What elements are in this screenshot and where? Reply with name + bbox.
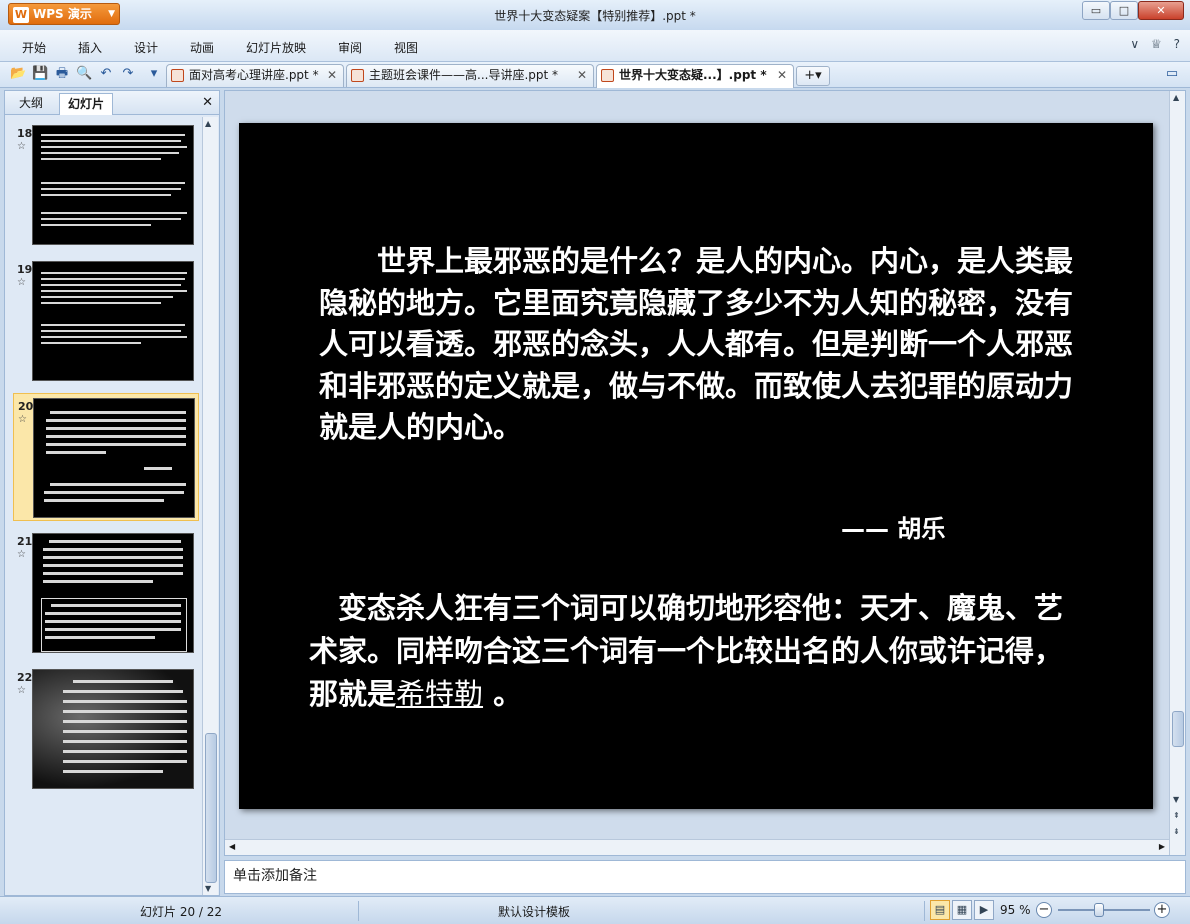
tab-outline[interactable]: 大纲 — [11, 93, 51, 115]
slide-paragraph-1[interactable]: 世界上最邪恶的是什么？是人的内心。内心，是人类最隐秘的地方。它里面究竟隐藏了多少… — [319, 241, 1089, 449]
zoom-level: 95 % — [1000, 903, 1031, 917]
scroll-thumb[interactable] — [1172, 711, 1184, 747]
more-icon[interactable]: ▾ — [146, 66, 162, 82]
window-title: 世界十大变态疑案【特别推荐】.ppt * — [494, 9, 696, 23]
slideshow-button[interactable]: ▶ — [974, 900, 994, 920]
doc-tab-label: 主题班会课件——高...导讲座.ppt * — [369, 68, 559, 82]
close-tab-icon[interactable]: ✕ — [327, 65, 337, 86]
scroll-up-icon[interactable]: ▲ — [1173, 93, 1179, 102]
minimize-button[interactable]: ▭ — [1082, 1, 1110, 20]
doc-tab-label: 世界十大变态疑...】.ppt * — [619, 68, 767, 82]
scroll-left-icon[interactable]: ◀ — [229, 842, 235, 851]
scroll-down-icon[interactable]: ▼ — [205, 884, 211, 893]
thumbnail-image — [32, 669, 194, 789]
close-panel-icon[interactable]: ✕ — [202, 95, 213, 110]
undo-icon[interactable]: ↶ — [98, 66, 114, 82]
star-icon: ☆ — [17, 685, 26, 696]
status-bar: 幻灯片 20 / 22 默认设计模板 ▤ ▦ ▶ 95 % − + — [0, 896, 1190, 924]
page-down-icon[interactable]: ⇟ — [1173, 827, 1180, 836]
panel-tabs: 大纲 幻灯片 ✕ — [5, 91, 219, 115]
star-icon: ☆ — [17, 549, 26, 560]
collapse-ribbon-icon[interactable]: ∨ — [1130, 37, 1139, 51]
quick-access-toolbar: 📂 💾 🖶 🔍 ↶ ↷ ▾ 面对高考心理讲座.ppt * ✕ 主题班会课件——高… — [0, 62, 1190, 88]
scroll-thumb[interactable] — [205, 733, 217, 883]
maximize-button[interactable]: □ — [1110, 1, 1138, 20]
menu-bar: 开始 插入 设计 动画 幻灯片放映 审阅 视图 ∨ ♕ ? — [0, 30, 1190, 62]
redo-icon[interactable]: ↷ — [120, 66, 136, 82]
help-icon[interactable]: ? — [1174, 37, 1180, 51]
menu-design[interactable]: 设计 — [134, 39, 158, 56]
vertical-scrollbar[interactable]: ▲ ▼ ⇞ ⇟ — [1169, 91, 1185, 855]
ppt-file-icon — [601, 69, 614, 82]
print-icon[interactable]: 🖶 — [54, 66, 70, 82]
slide-number: 21 — [17, 535, 33, 548]
slide-number: 20 — [18, 400, 34, 413]
hyperlink-hitler[interactable]: 希特勒 — [396, 677, 483, 711]
slide-number: 19 — [17, 263, 33, 276]
slide-sorter-button[interactable]: ▦ — [952, 900, 972, 920]
scroll-right-icon[interactable]: ▶ — [1159, 842, 1165, 851]
slide-number: 18 — [17, 127, 33, 140]
slide-counter: 幻灯片 20 / 22 — [140, 905, 223, 919]
thumbnail-image — [32, 125, 194, 245]
zoom-in-button[interactable]: + — [1154, 902, 1170, 918]
panel-layout-icon[interactable]: ▭ — [1164, 66, 1180, 82]
slide-thumbnail-21[interactable]: 21 ☆ — [13, 529, 199, 657]
scroll-down-icon[interactable]: ▼ — [1173, 795, 1179, 804]
close-tab-icon[interactable]: ✕ — [777, 65, 787, 86]
menu-slideshow[interactable]: 幻灯片放映 — [246, 39, 306, 56]
current-slide[interactable]: 世界上最邪恶的是什么？是人的内心。内心，是人类最隐秘的地方。它里面究竟隐藏了多少… — [239, 123, 1153, 809]
design-template-name: 默认设计模板 — [498, 905, 571, 919]
star-icon: ☆ — [17, 277, 26, 288]
notes-area[interactable]: 单击添加备注 — [224, 860, 1186, 894]
slide-edit-area: 世界上最邪恶的是什么？是人的内心。内心，是人类最隐秘的地方。它里面究竟隐藏了多少… — [224, 90, 1186, 856]
page-up-icon[interactable]: ⇞ — [1173, 811, 1180, 820]
print-preview-icon[interactable]: 🔍 — [76, 66, 92, 82]
star-icon: ☆ — [17, 141, 26, 152]
menu-home[interactable]: 开始 — [22, 39, 46, 56]
slide-thumbnail-19[interactable]: 19 ☆ — [13, 257, 199, 385]
close-tab-icon[interactable]: ✕ — [577, 65, 587, 86]
thumbnail-image — [32, 261, 194, 381]
slide-thumbnail-22[interactable]: 22 ☆ — [13, 665, 199, 793]
doc-tab-3-active[interactable]: 世界十大变态疑...】.ppt * ✕ — [596, 64, 794, 88]
menu-view[interactable]: 视图 — [394, 39, 418, 56]
menu-review[interactable]: 审阅 — [338, 39, 362, 56]
zoom-slider-knob[interactable] — [1094, 903, 1104, 917]
doc-tab-2[interactable]: 主题班会课件——高...导讲座.ppt * ✕ — [346, 64, 594, 87]
save-icon[interactable]: 💾 — [32, 66, 48, 82]
panel-scrollbar[interactable]: ▲ ▼ — [202, 117, 218, 895]
open-icon[interactable]: 📂 — [10, 66, 26, 82]
thumbnail-image — [33, 398, 195, 518]
new-tab-button[interactable]: +▾ — [796, 66, 830, 86]
paragraph-2-end: 。 — [483, 677, 523, 711]
scroll-up-icon[interactable]: ▲ — [205, 119, 211, 128]
star-icon: ☆ — [18, 414, 27, 425]
slide-thumbnail-20[interactable]: 20 ☆ — [13, 393, 199, 521]
tab-slides[interactable]: 幻灯片 — [59, 93, 114, 115]
menu-insert[interactable]: 插入 — [78, 39, 102, 56]
zoom-slider[interactable] — [1058, 909, 1150, 911]
ppt-file-icon — [171, 69, 184, 82]
ppt-file-icon — [351, 69, 364, 82]
title-bar: W WPS 演示 ▼ 世界十大变态疑案【特别推荐】.ppt * ▭ □ ✕ — [0, 0, 1190, 30]
thumbnail-list: 18 ☆ 19 ☆ 20 ☆ 21 ☆ 22 ☆ — [5, 117, 201, 895]
slide-attribution[interactable]: —— 胡乐 — [841, 509, 945, 544]
zoom-out-button[interactable]: − — [1036, 902, 1052, 918]
menu-animation[interactable]: 动画 — [190, 39, 214, 56]
doc-tab-label: 面对高考心理讲座.ppt * — [189, 68, 319, 82]
slide-paragraph-2[interactable]: 变态杀人狂有三个词可以确切地形容他：天才、魔鬼、艺术家。同样吻合这三个词有一个比… — [309, 587, 1089, 716]
slides-panel: 大纲 幻灯片 ✕ 18 ☆ 19 ☆ 20 ☆ 21 ☆ 22 ☆ ▲ ▼ — [4, 90, 220, 896]
wps-presentation-window: W WPS 演示 ▼ 世界十大变态疑案【特别推荐】.ppt * ▭ □ ✕ 开始 … — [0, 0, 1190, 924]
slide-number: 22 — [17, 671, 33, 684]
menu-right-tools: ∨ ♕ ? — [1122, 37, 1180, 51]
thumbnail-image — [32, 533, 194, 653]
normal-view-button[interactable]: ▤ — [930, 900, 950, 920]
slide-thumbnail-18[interactable]: 18 ☆ — [13, 121, 199, 249]
close-window-button[interactable]: ✕ — [1138, 1, 1184, 20]
horizontal-scrollbar[interactable]: ◀ ▶ — [225, 839, 1169, 855]
doc-tab-1[interactable]: 面对高考心理讲座.ppt * ✕ — [166, 64, 344, 87]
skin-icon[interactable]: ♕ — [1151, 37, 1162, 51]
